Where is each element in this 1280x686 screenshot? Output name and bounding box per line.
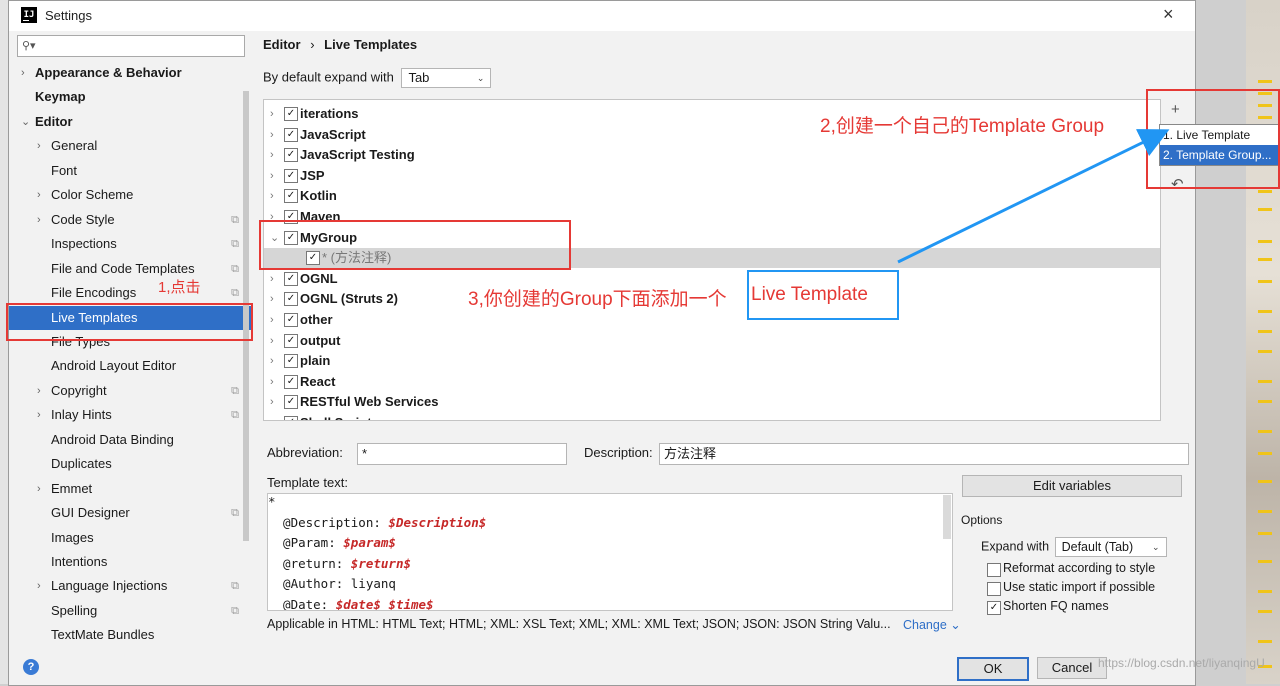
annotation-step3-highlight: Live Template <box>751 284 868 305</box>
annotation-arrow <box>897 129 1170 264</box>
annotation-step2: 2,创建一个自己的Template Group <box>820 116 1105 137</box>
watermark: https://blog.csdn.net/liyanqingU <box>1098 656 1265 670</box>
annotation-step1: 1,点击 <box>158 279 201 296</box>
annotation-step3: 3,你创建的Group下面添加一个 <box>468 289 727 310</box>
